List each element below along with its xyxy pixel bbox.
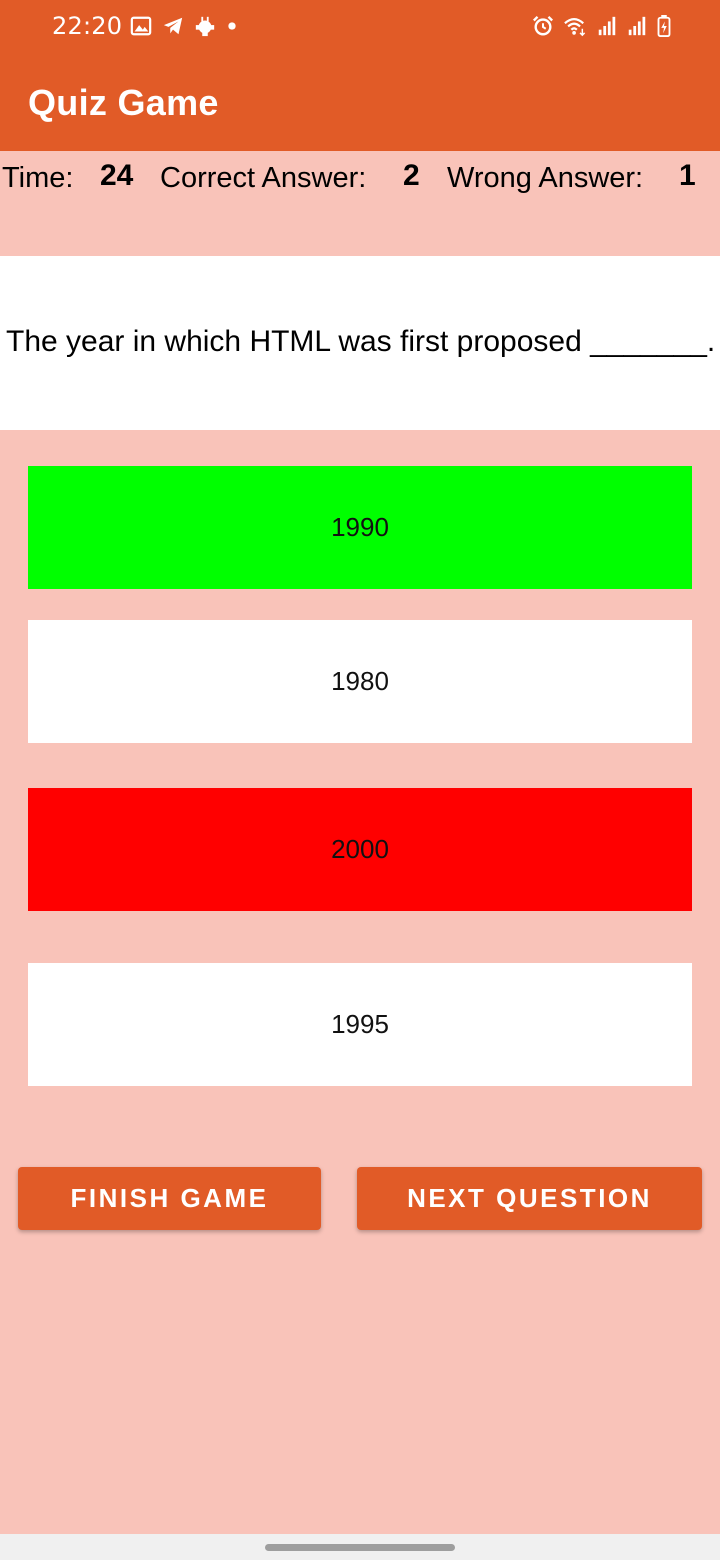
status-time: 22:20 (52, 12, 123, 40)
navigation-bar (0, 1534, 720, 1560)
signal-icon (626, 15, 648, 37)
next-question-button[interactable]: NEXT QUESTION (357, 1167, 702, 1230)
signal-icon (596, 15, 618, 37)
correct-answer-value: 2 (403, 159, 420, 192)
notification-icons (130, 14, 238, 38)
battery-icon (656, 15, 672, 37)
finish-game-button[interactable]: FINISH GAME (18, 1167, 321, 1230)
question-card: The year in which HTML was first propose… (0, 256, 720, 430)
wrong-answer-label: Wrong Answer: (447, 162, 644, 194)
wrong-answer-value: 1 (679, 159, 696, 192)
android-icon (194, 15, 216, 37)
correct-answer-label: Correct Answer: (160, 162, 367, 194)
app-header: 22:20 Quiz Game (0, 0, 720, 151)
gallery-icon (130, 15, 152, 37)
status-bar: 22:20 (0, 0, 720, 52)
system-icons (532, 13, 672, 39)
telegram-icon (162, 15, 184, 37)
question-text: The year in which HTML was first propose… (6, 325, 716, 358)
answer-option-3[interactable]: 2000 (28, 788, 692, 911)
wifi-icon (562, 15, 588, 37)
time-value: 24 (100, 159, 134, 192)
alarm-icon (532, 15, 554, 37)
home-gesture-handle[interactable] (265, 1544, 455, 1551)
answer-option-2[interactable]: 1980 (28, 620, 692, 743)
answer-option-4[interactable]: 1995 (28, 963, 692, 1086)
score-row: Time: 24 Correct Answer: 2 Wrong Answer:… (0, 152, 720, 204)
time-label: Time: (2, 162, 74, 194)
dot-icon (226, 15, 238, 37)
answer-option-1[interactable]: 1990 (28, 466, 692, 589)
app-title: Quiz Game (28, 82, 219, 123)
